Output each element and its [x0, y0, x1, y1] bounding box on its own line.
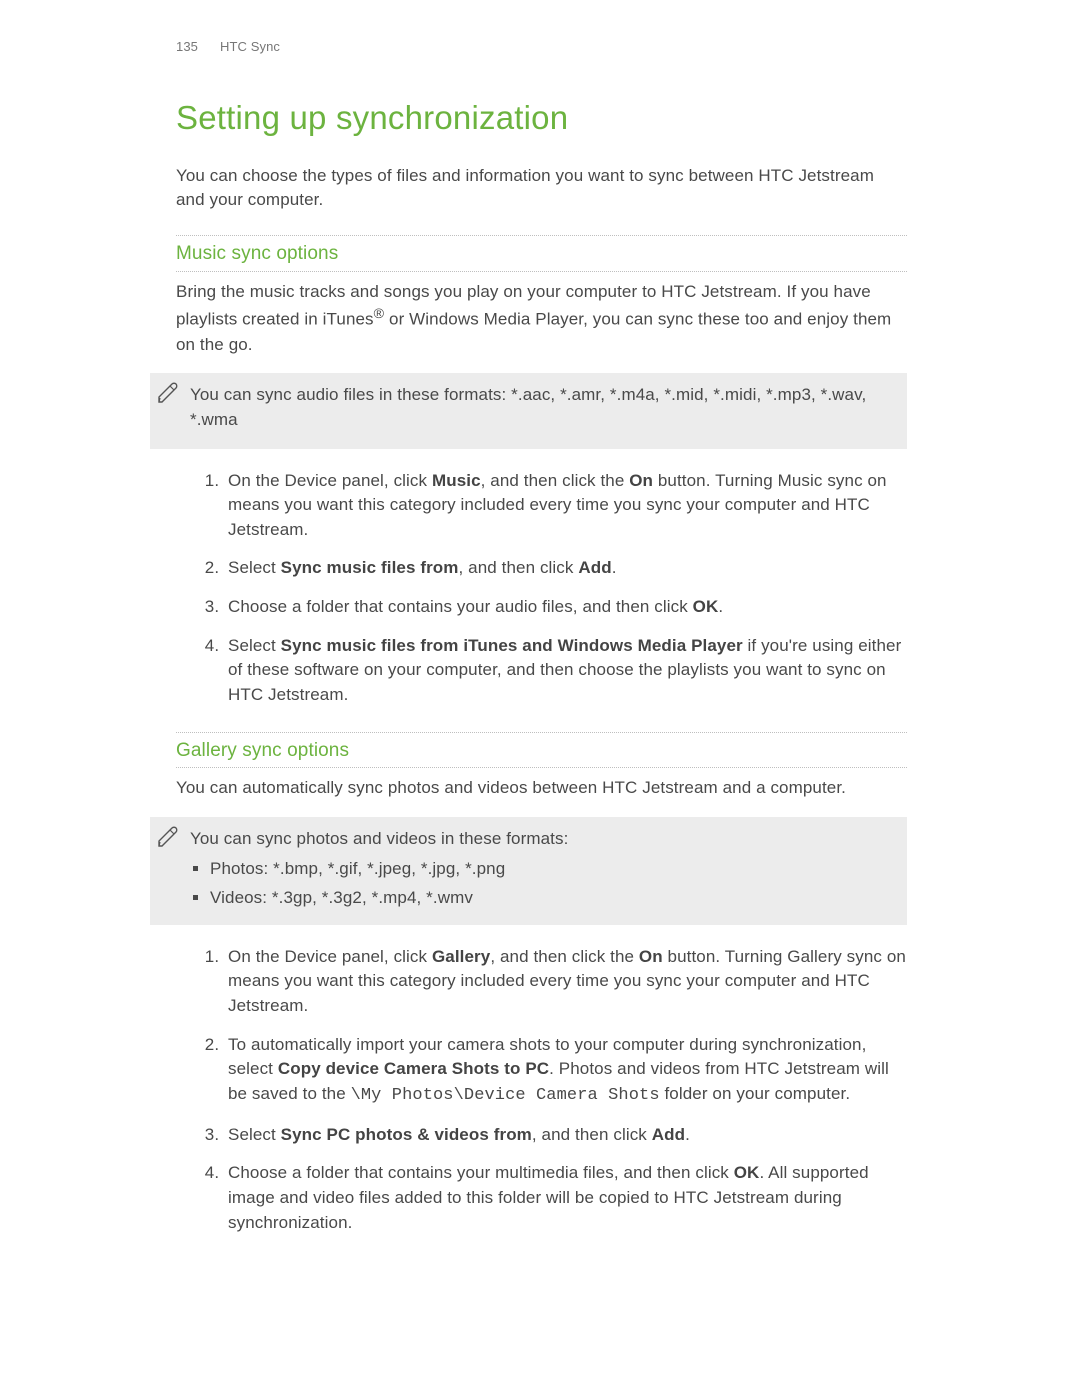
gallery-steps: On the Device panel, click Gallery, and … [176, 945, 907, 1235]
content-column: Setting up synchronization You can choos… [176, 94, 907, 1235]
music-steps: On the Device panel, click Music, and th… [176, 469, 907, 708]
intro-paragraph: You can choose the types of files and in… [176, 164, 907, 213]
gallery-note-bullet: Videos: *.3gp, *.3g2, *.mp4, *.wmv [210, 886, 891, 911]
gallery-step: Select Sync PC photos & videos from, and… [224, 1123, 907, 1148]
music-note-box: You can sync audio files in these format… [150, 373, 907, 448]
running-section: HTC Sync [220, 38, 280, 57]
page-number: 135 [176, 38, 198, 57]
gallery-step: On the Device panel, click Gallery, and … [224, 945, 907, 1019]
music-step: Choose a folder that contains your audio… [224, 595, 907, 620]
music-step: Select Sync music files from, and then c… [224, 556, 907, 581]
gallery-note-list: Photos: *.bmp, *.gif, *.jpeg, *.jpg, *.p… [190, 857, 891, 910]
running-header: 135 HTC Sync [176, 38, 280, 57]
pen-icon [156, 381, 180, 405]
gallery-note-lead: You can sync photos and videos in these … [190, 827, 891, 852]
gallery-step: To automatically import your camera shot… [224, 1033, 907, 1109]
music-note-text: You can sync audio files in these format… [190, 383, 891, 432]
gallery-heading: Gallery sync options [176, 732, 907, 769]
music-step: On the Device panel, click Music, and th… [224, 469, 907, 543]
gallery-step: Choose a folder that contains your multi… [224, 1161, 907, 1235]
page-title: Setting up synchronization [176, 94, 907, 142]
gallery-intro: You can automatically sync photos and vi… [176, 776, 907, 801]
document-page: 135 HTC Sync Setting up synchronization … [0, 0, 1080, 1397]
gallery-note-box: You can sync photos and videos in these … [150, 817, 907, 925]
pen-icon [156, 825, 180, 849]
music-intro: Bring the music tracks and songs you pla… [176, 280, 907, 358]
music-heading: Music sync options [176, 235, 907, 272]
gallery-note-bullet: Photos: *.bmp, *.gif, *.jpeg, *.jpg, *.p… [210, 857, 891, 882]
music-step: Select Sync music files from iTunes and … [224, 634, 907, 708]
